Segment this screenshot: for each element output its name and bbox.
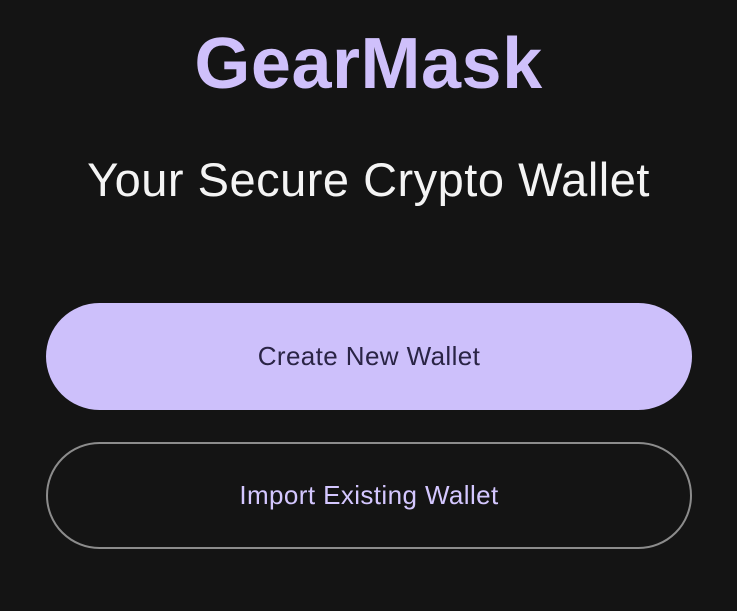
create-new-wallet-button[interactable]: Create New Wallet — [46, 303, 692, 410]
app-logo-text: GearMask — [194, 24, 543, 104]
create-new-wallet-label: Create New Wallet — [257, 341, 481, 371]
welcome-screen: GearMask Your Secure Crypto Wallet Creat… — [0, 0, 737, 611]
app-tagline: Your Secure Crypto Wallet — [87, 153, 650, 206]
import-existing-wallet-button[interactable]: Import Existing Wallet — [46, 442, 692, 549]
import-existing-wallet-label: Import Existing Wallet — [239, 480, 499, 510]
